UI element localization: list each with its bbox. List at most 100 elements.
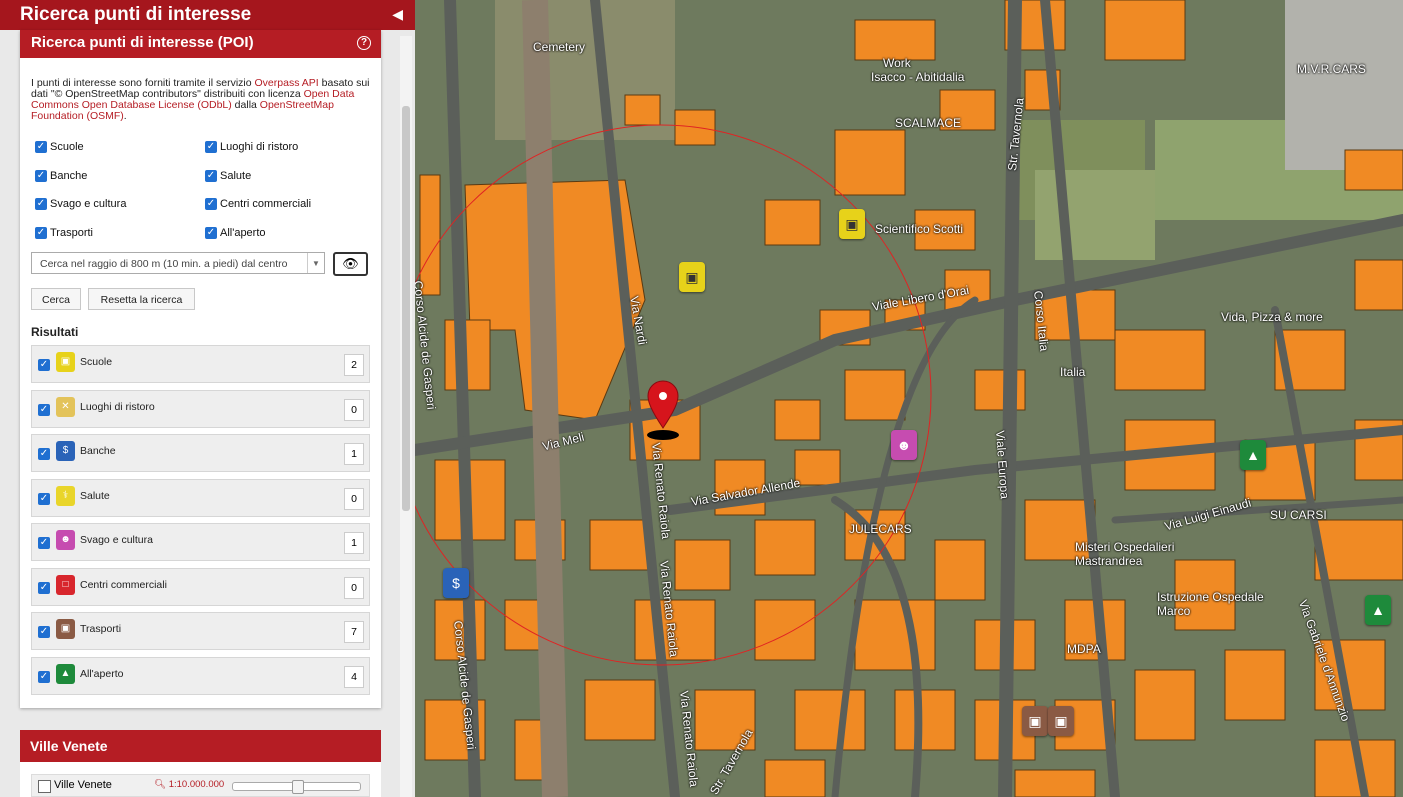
result-row[interactable]: ✓ ✕ Luoghi di ristoro 0 — [31, 389, 370, 428]
result-row[interactable]: ✓ ▣ Scuole 2 — [31, 345, 370, 383]
school-icon[interactable]: ▣ — [839, 209, 865, 239]
school-icon[interactable]: ▣ — [679, 262, 705, 292]
result-row[interactable]: ✓ ▣ Trasporti 7 — [31, 612, 370, 650]
tree-icon[interactable]: ▲ — [1240, 440, 1266, 470]
radius-select[interactable]: Cerca nel raggio di 800 m (10 min. a pie… — [31, 252, 325, 274]
result-count: 1 — [344, 443, 364, 465]
map-label: SU CARSI — [1270, 508, 1327, 522]
map-label: Italia — [1060, 365, 1086, 379]
checkbox[interactable]: ✓ — [38, 359, 50, 371]
result-row[interactable]: ✓ ☻ Svago e cultura 1 — [31, 523, 370, 561]
filter-scuole[interactable]: ✓ Scuole — [35, 141, 84, 153]
filter-salute[interactable]: ✓ Salute — [205, 170, 251, 182]
sidebar: Ricerca punti di interesse ◀ Ricerca pun… — [0, 0, 415, 797]
bank-icon: $ — [56, 441, 75, 461]
filter-aperto[interactable]: ✓ All'aperto — [205, 227, 266, 239]
caret-left-icon[interactable]: ◀ — [392, 6, 403, 23]
filter-trasporti[interactable]: ✓ Trasporti — [35, 227, 93, 239]
poi-panel-header[interactable]: Ricerca punti di interesse (POI) ? — [20, 30, 381, 58]
filter-label: Trasporti — [50, 227, 93, 239]
map-label: M.V.R.CARS — [1297, 62, 1366, 76]
ville-venete-panel: Ville Venete Ville Venete 🔍︎ 1:10.000.00… — [20, 730, 381, 797]
eye-slash-icon[interactable]: 👁︎ — [333, 252, 368, 276]
filter-centri-commerciali[interactable]: ✓ Centri commerciali — [205, 198, 311, 210]
sidebar-scrollbar[interactable] — [400, 36, 412, 797]
filter-label: Centri commerciali — [220, 198, 312, 210]
result-count: 2 — [344, 354, 364, 376]
checkbox[interactable]: ✓ — [35, 227, 47, 239]
checkbox[interactable]: ✓ — [38, 492, 50, 505]
chevron-down-icon[interactable]: ▼ — [307, 253, 324, 273]
checkbox[interactable]: ✓ — [205, 141, 217, 153]
slider-handle[interactable] — [291, 780, 304, 794]
theatre-icon[interactable]: ☻ — [891, 430, 917, 460]
map-label: Misteri Ospedalieri Mastrandrea — [1075, 540, 1175, 568]
result-label: Salute — [80, 489, 110, 502]
reset-search-button[interactable]: Resetta la ricerca — [88, 288, 195, 310]
checkbox[interactable]: ✓ — [35, 170, 47, 182]
poi-search-panel: Ricerca punti di interesse (POI) ? I pun… — [20, 30, 381, 708]
result-label: All'aperto — [80, 667, 124, 680]
intro-text: . — [123, 110, 127, 122]
zoom-icon: 🔍︎ — [154, 779, 167, 790]
scale-value: 1:10.000.000 — [168, 779, 225, 790]
school-icon: ▣ — [56, 352, 75, 372]
filter-label: Luoghi di ristoro — [220, 141, 299, 153]
result-label: Svago e cultura — [80, 534, 153, 546]
filter-label: Svago e cultura — [50, 198, 127, 210]
checkbox[interactable]: ✓ — [38, 448, 50, 460]
tree-icon: ▲ — [56, 663, 75, 684]
checkbox[interactable]: ✓ — [35, 141, 47, 153]
checkbox[interactable]: ✓ — [35, 198, 47, 210]
result-row[interactable]: ✓ ▲ All'aperto 4 — [31, 656, 370, 695]
radius-select-value: Cerca nel raggio di 800 m (10 min. a pie… — [40, 258, 288, 270]
scrollbar-thumb[interactable] — [402, 106, 410, 511]
result-count: 0 — [344, 576, 364, 599]
bus-icon[interactable]: ▣ — [1048, 706, 1074, 736]
map-label: Cemetery — [533, 40, 586, 54]
checkbox[interactable]: ✓ — [205, 170, 217, 182]
filter-svago-cultura[interactable]: ✓ Svago e cultura — [35, 198, 126, 210]
filter-label: All'aperto — [220, 227, 266, 239]
checkbox[interactable]: ✓ — [38, 626, 50, 638]
result-count: 4 — [344, 665, 364, 688]
intro-text: dalla — [231, 99, 260, 111]
result-label: Banche — [80, 445, 116, 457]
bank-icon[interactable]: $ — [443, 568, 469, 598]
filter-banche[interactable]: ✓ Banche — [35, 170, 87, 182]
bus-icon[interactable]: ▣ — [1022, 706, 1048, 736]
filter-label: Banche — [50, 170, 88, 182]
result-row[interactable]: ✓ □ Centri commerciali 0 — [31, 567, 370, 606]
map-label: JULECARS — [849, 522, 912, 536]
ville-venete-layer-row: Ville Venete 🔍︎ 1:10.000.000 — [31, 774, 370, 797]
app-header: Ricerca punti di interesse ◀ — [0, 0, 415, 30]
map-label: Isacco - Abitidalia — [871, 70, 965, 84]
results-heading: Risultati — [31, 325, 79, 339]
checkbox[interactable]: ✓ — [205, 227, 217, 239]
help-icon[interactable]: ? — [357, 36, 371, 50]
theatre-icon: ☻ — [56, 530, 75, 550]
checkbox[interactable]: ✓ — [38, 670, 50, 683]
filter-label: Scuole — [50, 141, 84, 153]
checkbox[interactable]: ✓ — [38, 537, 50, 549]
checkbox[interactable]: ✓ — [205, 198, 217, 210]
map-label: Work — [883, 56, 911, 70]
tree-icon[interactable]: ▲ — [1365, 595, 1391, 625]
map-view[interactable]: ▣ ▣ ☻ $ ▲ ▲ ▣ ▣ Cemetery Work Isacco - A… — [415, 0, 1403, 797]
result-row[interactable]: ✓ ⚕ Salute 0 — [31, 478, 370, 517]
search-button[interactable]: Cerca — [31, 288, 81, 310]
filter-luoghi-ristoro[interactable]: ✓ Luoghi di ristoro — [205, 141, 298, 153]
layer-label: Ville Venete — [54, 779, 112, 791]
result-label: Scuole — [80, 356, 113, 368]
poi-panel-title: Ricerca punti di interesse (POI) — [31, 34, 254, 51]
map-label: Istruzione Ospedale Marco — [1157, 590, 1264, 618]
ville-venete-header[interactable]: Ville Venete — [20, 730, 381, 762]
map-label: SCALMACE — [895, 116, 962, 130]
result-row[interactable]: ✓ $ Banche 1 — [31, 434, 370, 472]
result-count: 0 — [344, 487, 364, 510]
checkbox[interactable]: ✓ — [38, 581, 50, 594]
checkbox[interactable]: ✓ — [38, 403, 50, 416]
opacity-slider[interactable] — [232, 780, 361, 794]
health-icon: ⚕ — [56, 485, 75, 506]
layer-checkbox[interactable] — [38, 780, 51, 793]
